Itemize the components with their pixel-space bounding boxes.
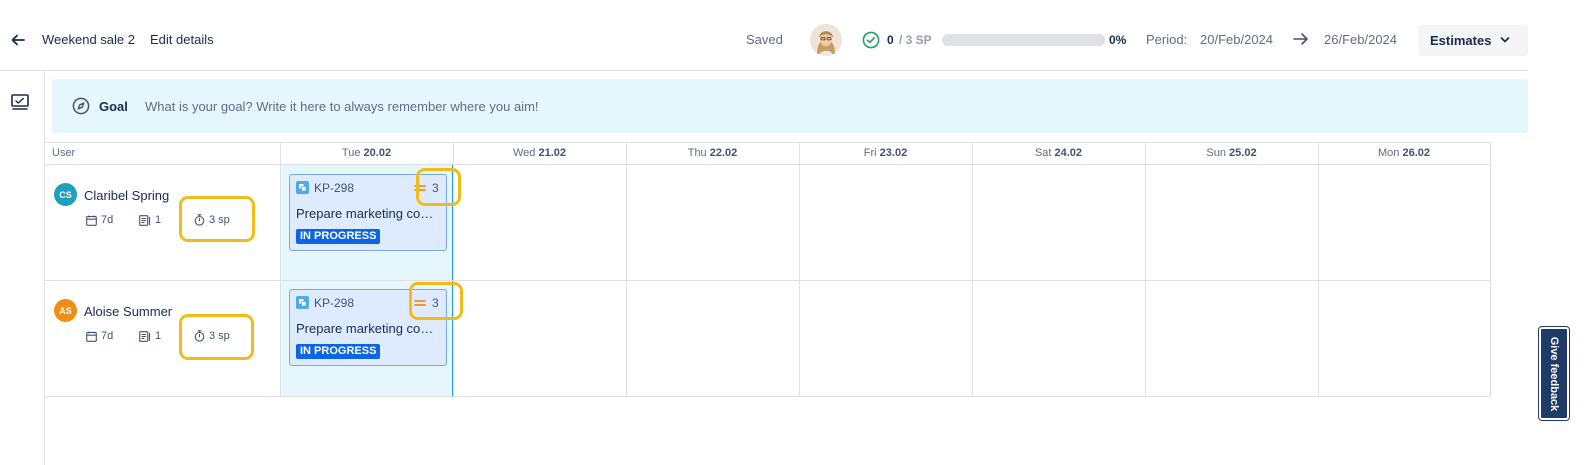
status-badge: IN PROGRESS (296, 344, 381, 359)
give-feedback-label: Give feedback (1548, 336, 1560, 411)
day-header-sun[interactable]: Sun 25.02 (1145, 147, 1318, 159)
grid-line (972, 142, 973, 397)
day-name: Sat (1034, 147, 1052, 159)
day-header-thu[interactable]: Thu 22.02 (626, 147, 799, 159)
grid-line (44, 280, 1491, 281)
calendar-icon (86, 331, 97, 342)
estimates-label: Estimates (1430, 33, 1492, 48)
period-label: Period: (1146, 32, 1188, 47)
day-header-sat[interactable]: Sat 24.02 (972, 147, 1145, 159)
annotation-highlight (409, 282, 463, 320)
sprint-name: Weekend sale 2 (42, 32, 135, 47)
user-avatar[interactable]: AS (54, 299, 77, 322)
user-photo-icon (810, 24, 842, 56)
day-name: Sun (1206, 147, 1226, 159)
status-badge: IN PROGRESS (296, 229, 381, 244)
annotation-highlight (416, 168, 461, 206)
grid-line (1490, 142, 1491, 397)
current-user-avatar[interactable] (810, 24, 842, 56)
day-name: Wed (512, 147, 536, 159)
check-circle-icon (862, 31, 880, 49)
day-date: 25.02 (1229, 147, 1257, 159)
grid-line (626, 142, 627, 397)
day-date: 24.02 (1054, 147, 1083, 159)
day-name: Tue (341, 147, 361, 159)
chevron-down-icon (1500, 37, 1510, 43)
day-header-mon[interactable]: Mon 26.02 (1318, 147, 1490, 159)
annotation-highlight (179, 314, 254, 360)
estimates-dropdown[interactable]: Estimates (1418, 25, 1528, 56)
saved-status: Saved (746, 32, 783, 47)
user-days-stat: 7d (86, 214, 113, 226)
sp-total: / 3 SP (899, 33, 932, 47)
grid-line (280, 142, 281, 397)
day-date: 20.02 (363, 147, 392, 159)
task-type-icon (296, 296, 309, 309)
grid-line (44, 164, 1491, 165)
issue-title: Prepare marketing content (296, 206, 436, 221)
grid-line (1318, 142, 1319, 397)
calendar-icon (86, 215, 97, 226)
period-start-date[interactable]: 20/Feb/2024 (1200, 32, 1273, 47)
capacity-grid: User Tue 20.02 Wed 21.02 Thu 22.02 Fri 2… (44, 142, 1491, 397)
task-type-icon (296, 181, 309, 194)
grid-line (44, 396, 1491, 397)
progress-percent: 0% (1109, 33, 1127, 47)
day-header-wed[interactable]: Wed 21.02 (453, 147, 626, 159)
back-button[interactable] (8, 30, 28, 50)
user-column-header: User (52, 147, 76, 159)
issue-title: Prepare marketing content (296, 321, 436, 336)
user-days-value: 7d (101, 330, 114, 342)
annotation-highlight (179, 196, 255, 242)
user-issues-stat: 1 (139, 214, 161, 226)
give-feedback-button[interactable]: Give feedback (1539, 327, 1569, 420)
goal-label: Goal (99, 99, 128, 114)
user-name[interactable]: Claribel Spring (84, 188, 169, 203)
day-name: Mon (1378, 147, 1400, 159)
grid-line (44, 142, 1491, 143)
user-name[interactable]: Aloise Summer (84, 304, 172, 319)
issues-icon (139, 330, 151, 342)
compass-icon (72, 97, 90, 115)
day-name: Thu (687, 147, 707, 159)
progress-bar (942, 34, 1105, 46)
user-days-value: 7d (101, 214, 114, 226)
period-end-date[interactable]: 26/Feb/2024 (1324, 32, 1397, 47)
user-issues-stat: 1 (139, 330, 161, 342)
sp-done: 0 (887, 33, 894, 47)
header-divider (0, 70, 1528, 71)
day-header-tue[interactable]: Tue 20.02 (280, 147, 453, 159)
user-issues-value: 1 (155, 214, 162, 226)
day-date: 23.02 (879, 147, 908, 159)
user-issues-value: 1 (155, 330, 162, 342)
goal-banner: Goal What is your goal? Write it here to… (52, 79, 1528, 133)
arrow-left-icon (11, 34, 25, 46)
day-date: 22.02 (709, 147, 738, 159)
grid-line (799, 142, 800, 397)
board-monitor-icon[interactable] (10, 92, 30, 112)
issue-key: KP-298 (314, 296, 355, 310)
edit-details-button[interactable]: Edit details (150, 32, 214, 47)
day-header-fri[interactable]: Fri 23.02 (799, 147, 972, 159)
arrow-right-icon (1293, 33, 1308, 45)
issues-icon (139, 214, 151, 226)
issue-key: KP-298 (314, 181, 355, 195)
grid-line (1145, 142, 1146, 397)
day-name: Fri (863, 147, 877, 159)
goal-input[interactable]: What is your goal? Write it here to alwa… (145, 99, 539, 114)
user-avatar[interactable]: CS (54, 183, 77, 206)
day-date: 21.02 (538, 147, 566, 159)
user-days-stat: 7d (86, 330, 113, 342)
day-date: 26.02 (1402, 147, 1430, 159)
top-header: Weekend sale 2 Edit details Saved 0 / 3 … (0, 0, 1596, 70)
